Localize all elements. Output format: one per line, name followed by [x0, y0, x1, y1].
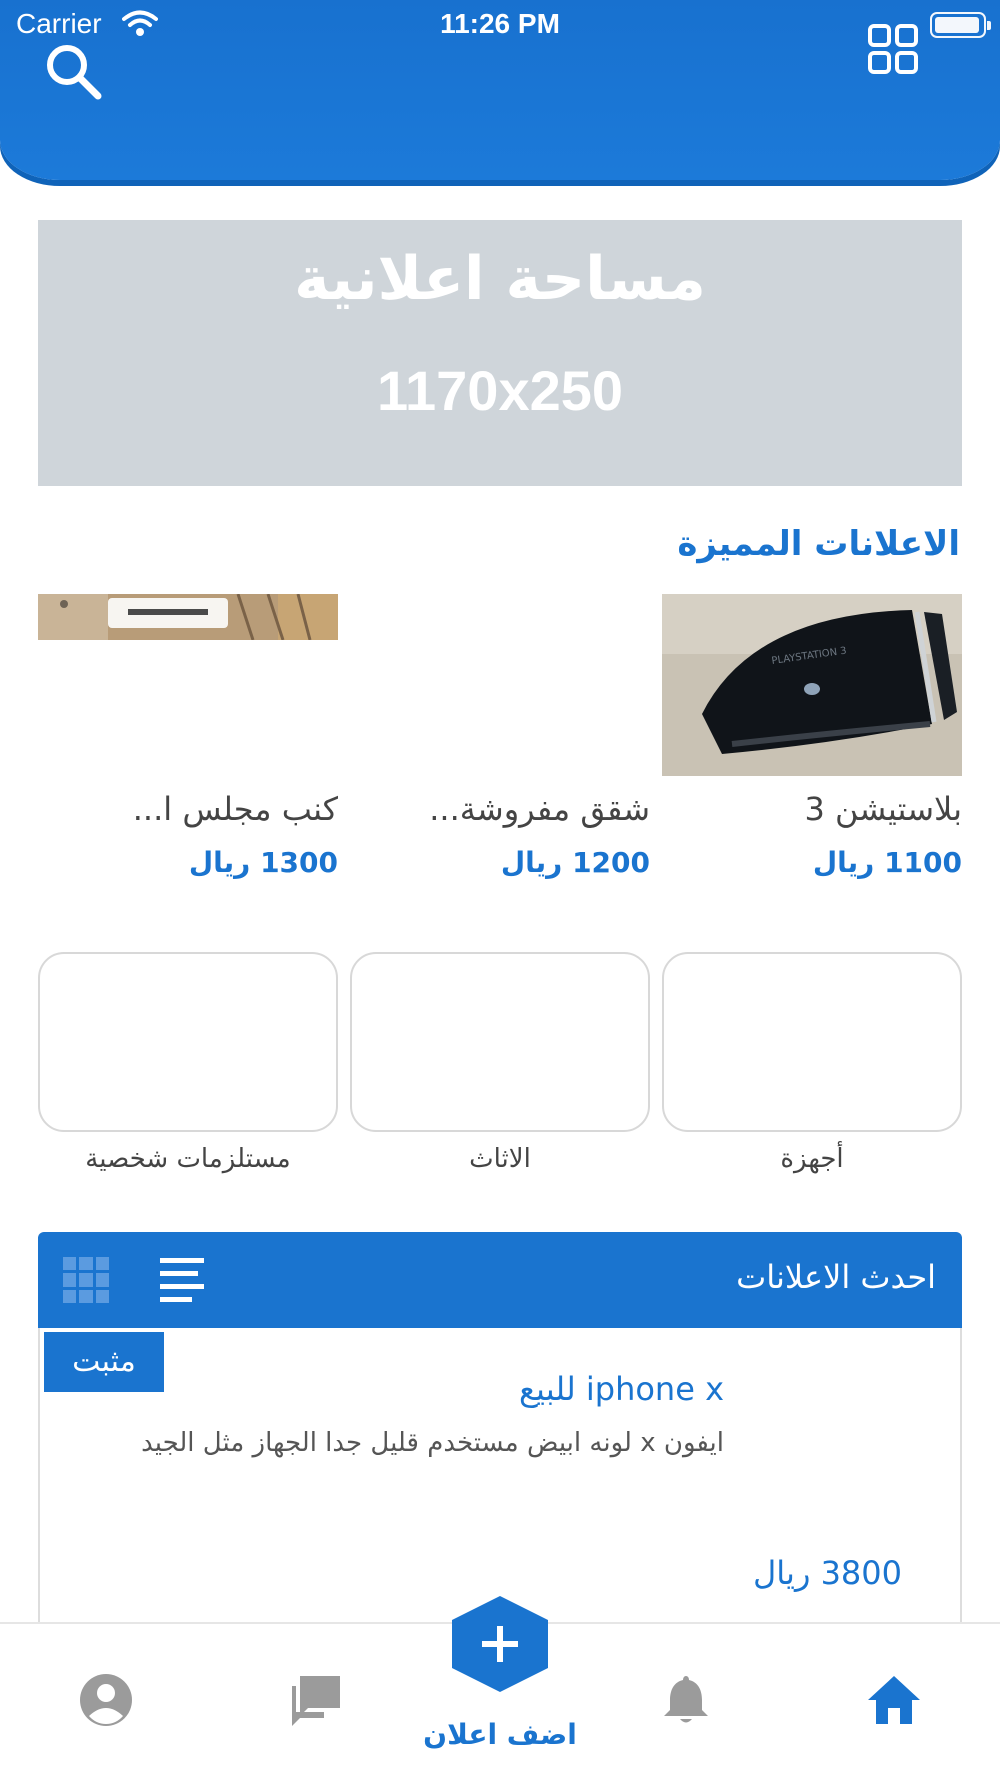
listing-description: ايفون x لونه ابيض مستخدم قليل جدا الجهاز… [141, 1428, 724, 1458]
status-bar: Carrier 11:26 PM [0, 0, 1000, 50]
list-view-icon[interactable] [160, 1258, 206, 1302]
latest-ads-header: احدث الاعلانات [38, 1232, 962, 1328]
ad-banner-title: مساحة اعلانية [294, 244, 706, 314]
featured-item-price: 1300 ريال [188, 846, 338, 879]
search-icon[interactable] [44, 42, 104, 102]
category-label: مستلزمات شخصية [85, 1144, 291, 1174]
battery-icon [930, 12, 991, 38]
add-ad-label[interactable]: اضف اعلان [400, 1718, 600, 1751]
featured-item-name: بلاستيشن 3 [804, 790, 962, 828]
home-icon[interactable] [864, 1670, 924, 1730]
featured-item-price: 1200 ريال [500, 846, 650, 879]
featured-image-playstation: PLAYSTATION 3 [662, 594, 962, 776]
featured-item-price: 1100 ريال [812, 846, 962, 879]
grid-view-icon[interactable] [62, 1256, 110, 1304]
pinned-badge: مثبت [44, 1332, 164, 1392]
ad-banner[interactable]: مساحة اعلانية 1170x250 [38, 220, 962, 486]
listing-title: iphone x للبيع [519, 1370, 724, 1408]
latest-ads-title: احدث الاعلانات [736, 1258, 936, 1296]
category-image-box [38, 952, 338, 1132]
featured-item-name: كنب مجلس ا... [132, 790, 338, 828]
profile-icon[interactable] [76, 1670, 136, 1730]
category-personal-supplies[interactable]: مستلزمات شخصية [38, 952, 338, 1174]
status-time: 11:26 PM [440, 8, 560, 39]
bell-icon[interactable] [656, 1670, 716, 1730]
featured-section-title: الاعلانات المميزة [677, 524, 960, 564]
listing-price: 3800 ريال [753, 1554, 902, 1592]
app-header: Carrier 11:26 PM [0, 0, 1000, 180]
category-devices[interactable]: أجهزة [662, 952, 962, 1174]
category-label: أجهزة [780, 1144, 844, 1174]
ad-banner-size: 1170x250 [376, 359, 624, 422]
featured-image-sofa [38, 594, 338, 640]
category-label: الاثاث [469, 1144, 531, 1174]
category-furniture[interactable]: الاثاث [350, 952, 650, 1174]
category-image-box [350, 952, 650, 1132]
featured-item-name: شقق مفروشة... [429, 790, 650, 828]
chat-icon[interactable] [286, 1670, 346, 1730]
grid-menu-icon[interactable] [866, 22, 922, 78]
listing-card[interactable]: مثبت iphone x للبيع ايفون x لونه ابيض مس… [38, 1328, 962, 1628]
add-ad-button[interactable] [450, 1596, 550, 1692]
category-image-box [662, 952, 962, 1132]
